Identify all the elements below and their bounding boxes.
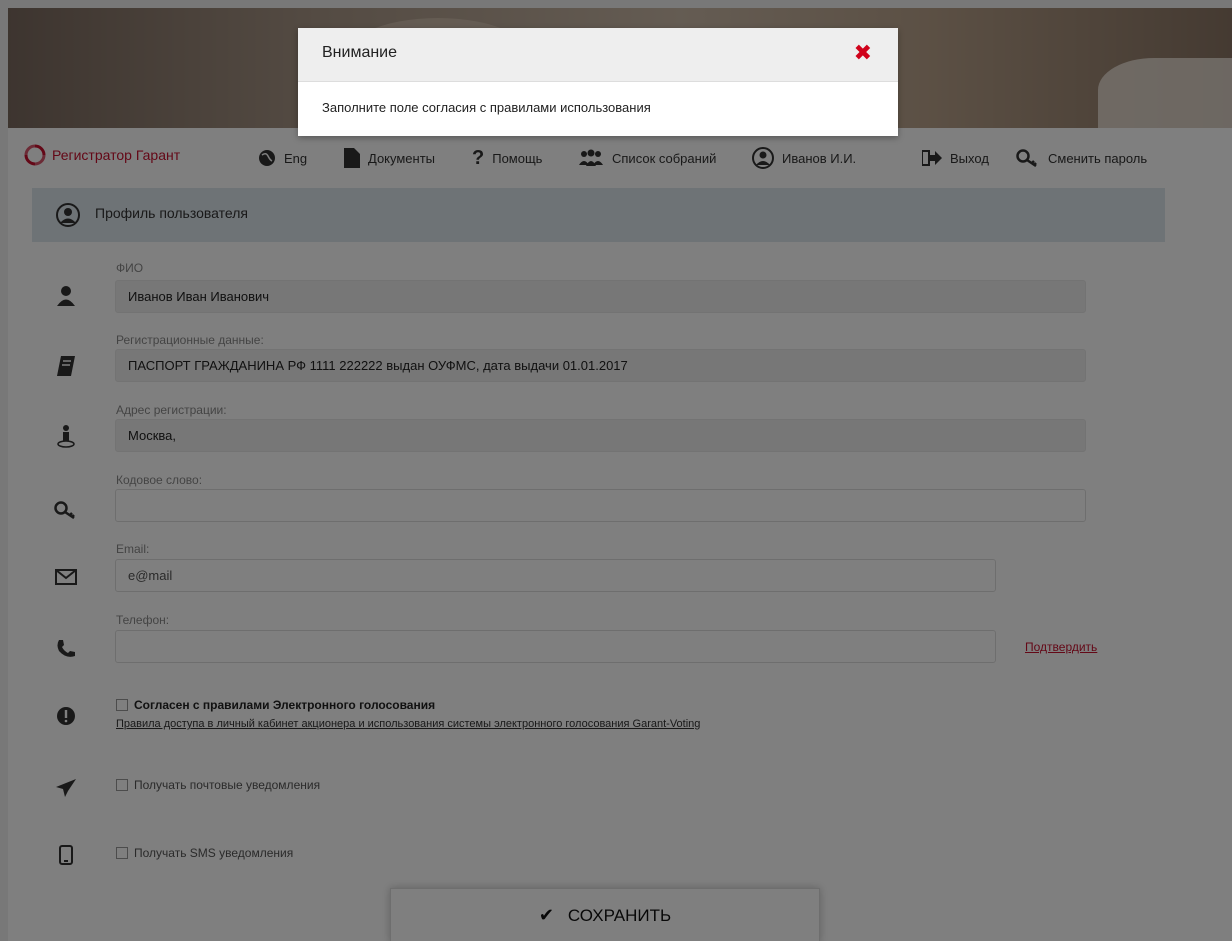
close-icon[interactable]: ✖ xyxy=(854,41,872,66)
dialog-message: Заполните поле согласия с правилами испо… xyxy=(322,100,651,115)
modal-overlay[interactable] xyxy=(0,0,1232,941)
dialog-header: Внимание ✖ xyxy=(298,28,898,82)
dialog-title: Внимание xyxy=(322,44,398,61)
alert-dialog: Внимание ✖ Заполните поле согласия с пра… xyxy=(298,28,898,136)
